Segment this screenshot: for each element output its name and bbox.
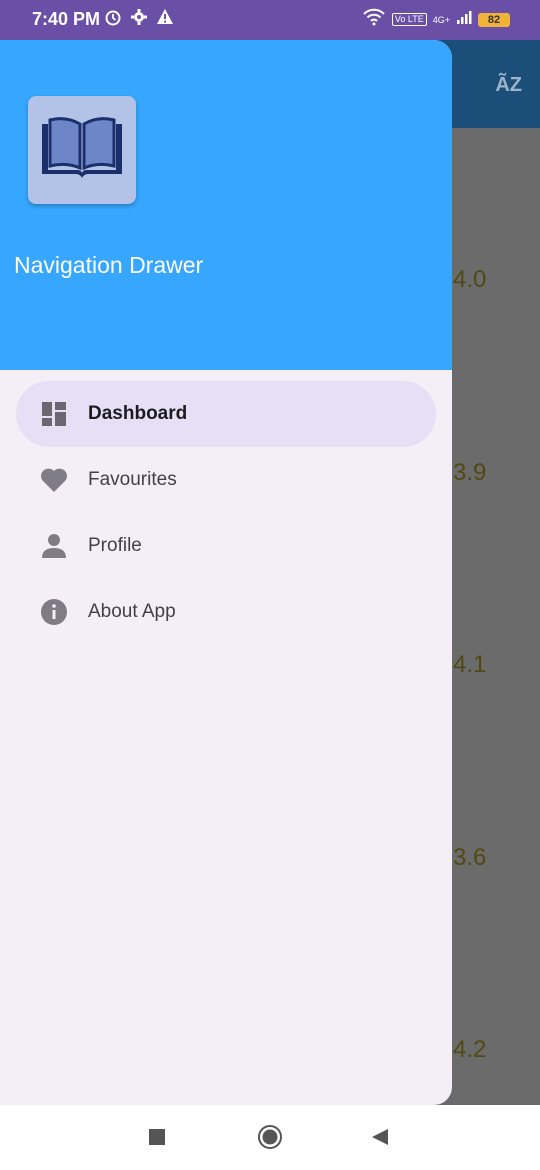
recents-button[interactable] — [149, 1129, 165, 1150]
person-icon — [40, 532, 68, 560]
dashboard-icon — [40, 400, 68, 428]
home-button[interactable] — [258, 1125, 282, 1154]
menu-item-label: About App — [88, 601, 176, 622]
battery-indicator: 82 — [478, 12, 510, 27]
drawer-header: Navigation Drawer — [0, 40, 452, 370]
rating-value: 3.9 — [453, 459, 487, 486]
info-icon — [40, 598, 68, 626]
sort-az-icon[interactable]: ÃZ — [495, 74, 522, 97]
heart-icon — [40, 466, 68, 494]
wifi-icon — [362, 8, 386, 31]
rating-value: 4.0 — [453, 266, 487, 293]
book-icon — [40, 116, 124, 185]
menu-item-label: Favourites — [88, 469, 177, 490]
menu-item-label: Dashboard — [88, 403, 188, 424]
status-time: 7:40 PM — [32, 9, 101, 29]
volte-badge: Vo LTE — [391, 13, 427, 26]
signal-icon — [456, 9, 472, 30]
app-logo — [28, 96, 136, 204]
gear-icon — [130, 8, 148, 31]
rating-value: 3.6 — [453, 844, 487, 871]
menu-item-profile[interactable]: Profile — [16, 513, 436, 579]
back-button[interactable] — [372, 1129, 388, 1150]
rating-value: 4.2 — [453, 1036, 487, 1063]
warning-icon — [156, 8, 174, 31]
menu-item-dashboard[interactable]: Dashboard — [16, 381, 436, 447]
drawer-title: Navigation Drawer — [14, 252, 204, 278]
alarm-icon — [104, 8, 122, 31]
network-type: 4G+ — [432, 14, 450, 25]
menu-item-label: Profile — [88, 535, 142, 556]
status-bar: 7:40 PM Vo LTE 4G+ 82 — [0, 0, 540, 40]
navigation-drawer: Navigation Drawer Dashboard Favourites P… — [0, 40, 452, 1105]
menu-item-about-app[interactable]: About App — [16, 579, 436, 645]
system-nav-bar — [0, 1105, 540, 1170]
menu-item-favourites[interactable]: Favourites — [16, 447, 436, 513]
rating-value: 4.1 — [453, 651, 487, 678]
